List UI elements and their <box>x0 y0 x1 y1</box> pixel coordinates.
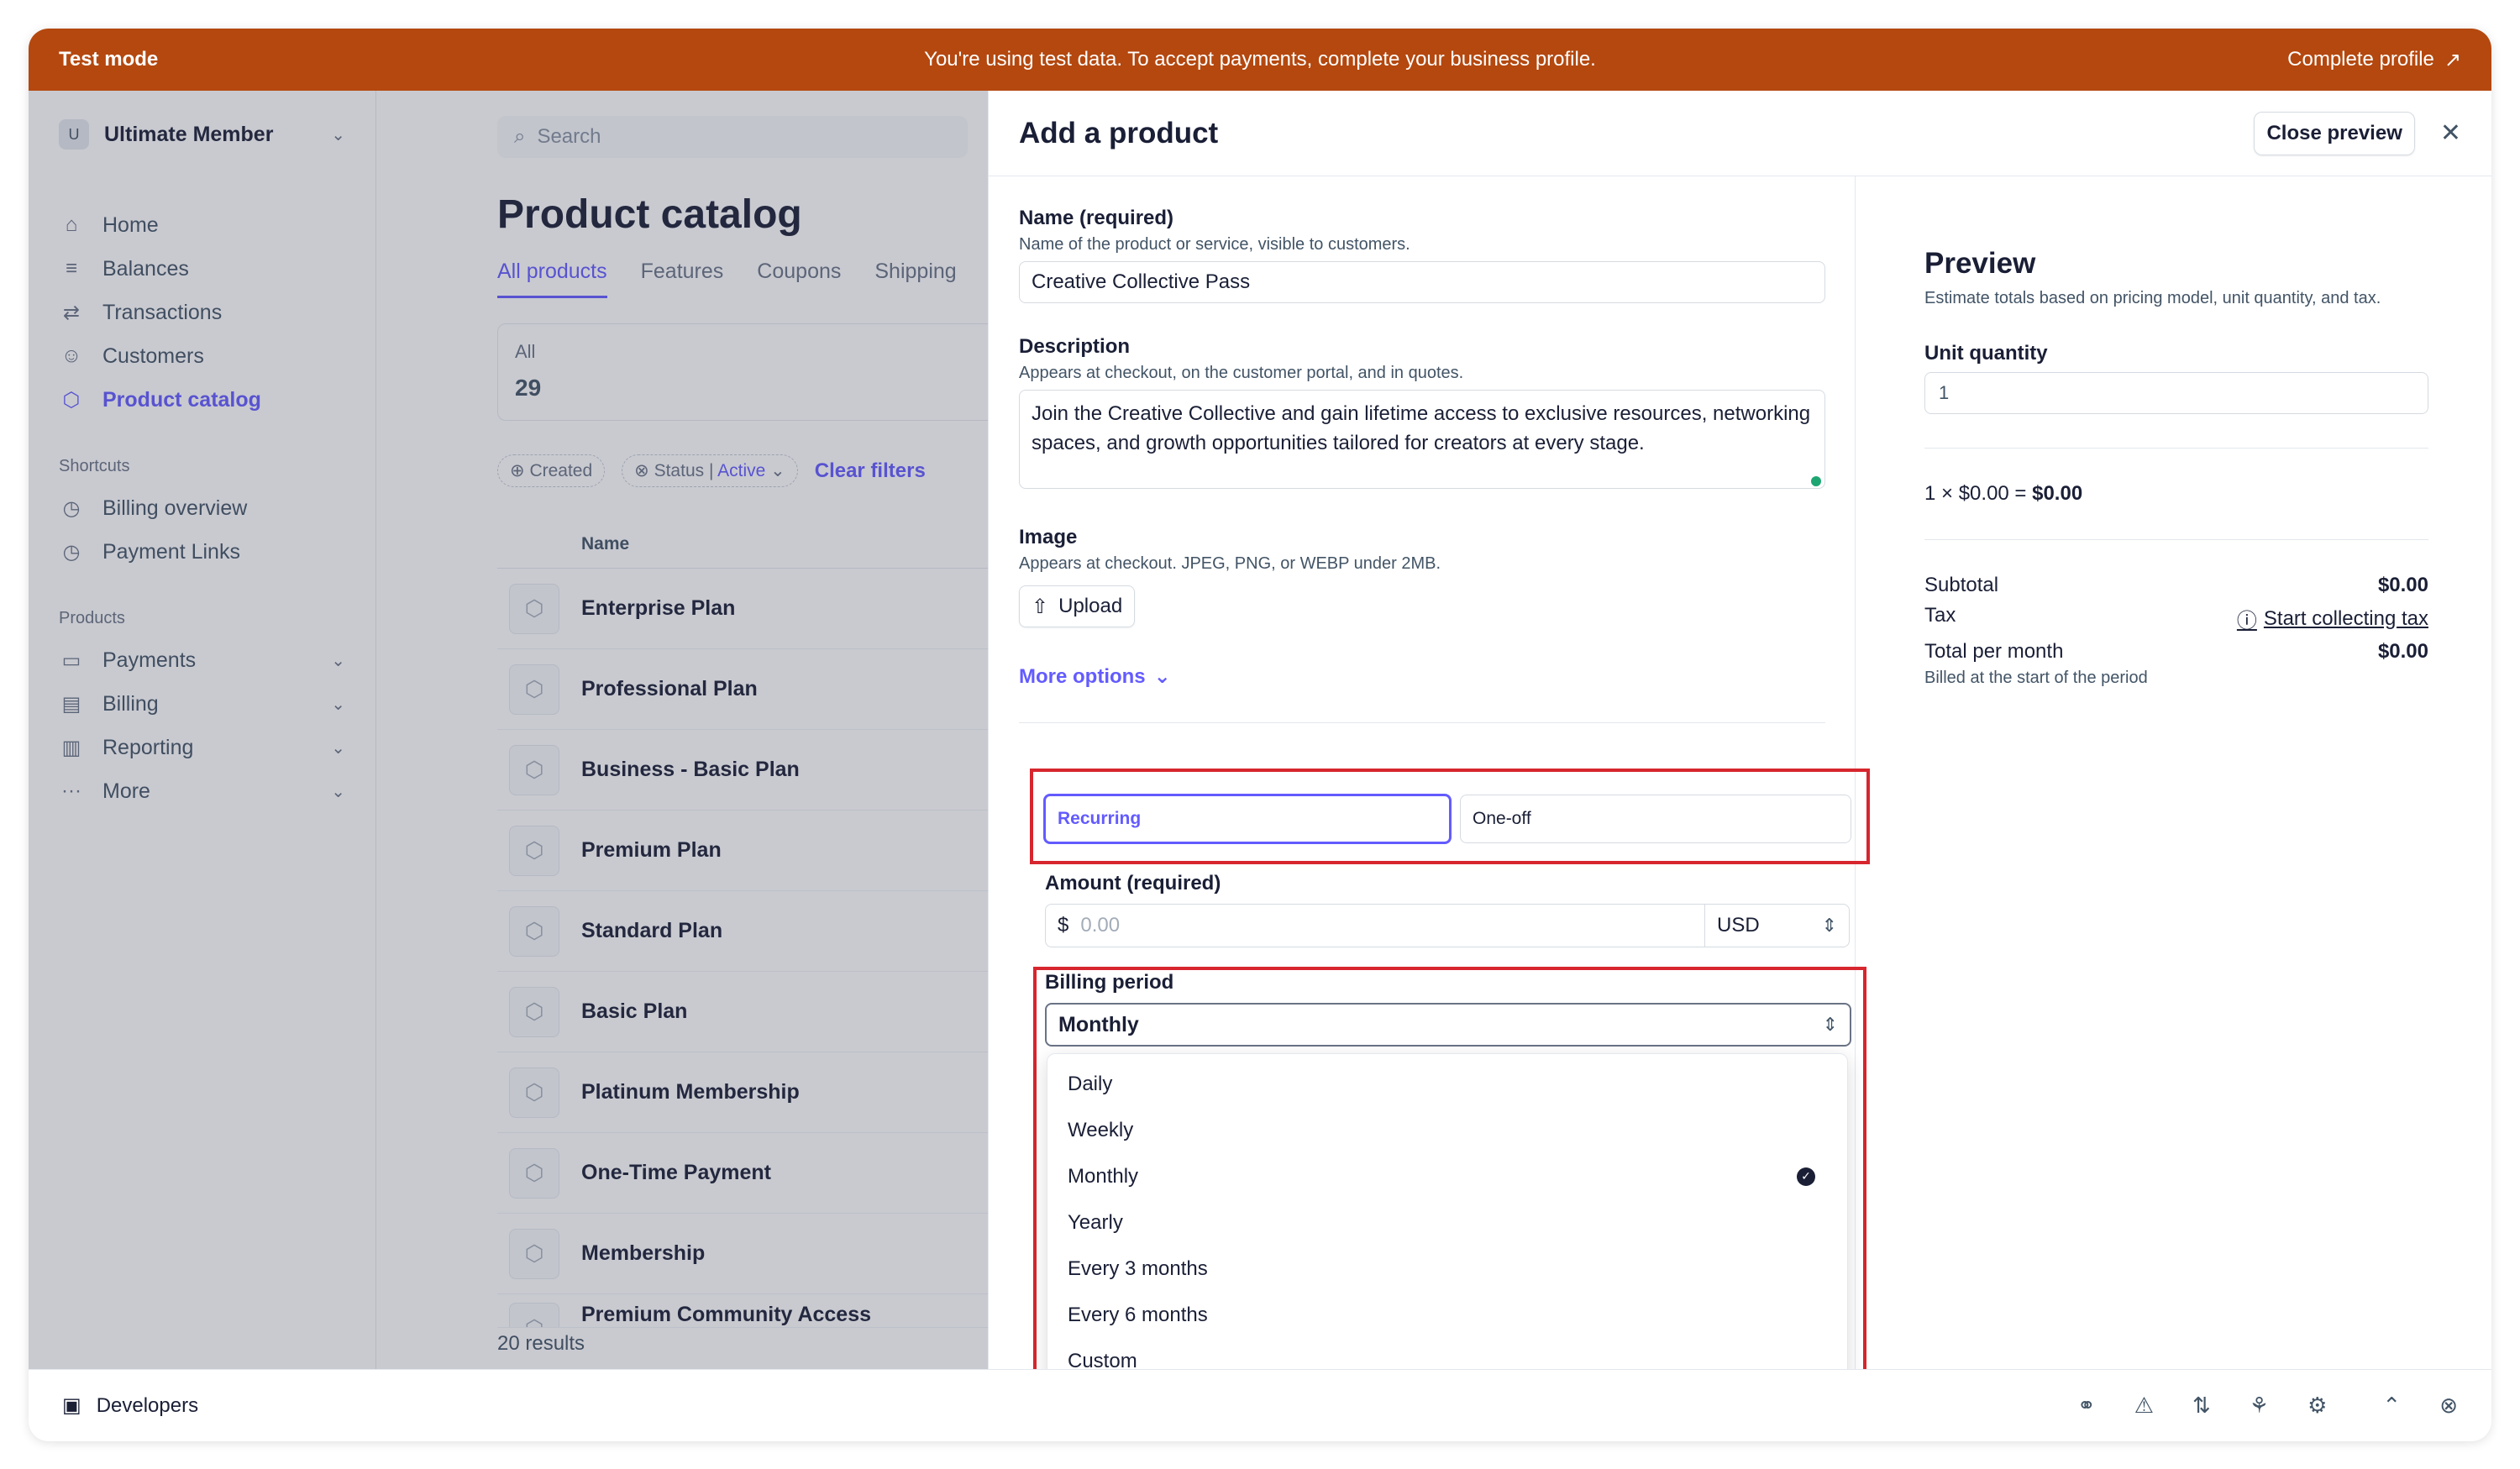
recurring-option[interactable]: Recurring <box>1043 794 1452 844</box>
menu-item-weekly[interactable]: Weekly <box>1047 1107 1847 1153</box>
image-label: Image <box>1019 526 1078 548</box>
menu-item-monthly[interactable]: Monthly ✓ <box>1047 1153 1847 1199</box>
test-mode-banner: Test mode You're using test data. To acc… <box>29 29 2491 91</box>
more-options-toggle[interactable]: More options ⌄ <box>1019 664 1824 689</box>
arrow-up-right-icon: ↗ <box>2444 48 2461 71</box>
preview-divider <box>1924 539 2428 540</box>
description-field[interactable]: Join the Creative Collective and gain li… <box>1019 390 1825 489</box>
gear-icon[interactable]: ⚙ <box>2307 1393 2327 1419</box>
drawer-header: Add a product Close preview ✕ <box>989 91 2491 176</box>
close-icon[interactable]: ✕ <box>2440 118 2461 148</box>
close-preview-button[interactable]: Close preview <box>2254 111 2415 155</box>
preview-hint: Estimate totals based on pricing model, … <box>1924 289 2381 307</box>
warning-icon[interactable]: ⚠ <box>2134 1393 2154 1419</box>
start-collecting-tax-link[interactable]: ⓘ Start collecting tax <box>2237 604 2428 633</box>
updown-chevron-icon: ⇕ <box>1822 1014 1838 1035</box>
calc-prefix: 1 × $0.00 = <box>1924 482 2033 505</box>
overlay-scrim[interactable] <box>29 91 988 1369</box>
menu-item-every-6-months[interactable]: Every 6 months <box>1047 1292 1847 1338</box>
chevron-down-icon: ⌄ <box>1153 665 1171 688</box>
preview-divider <box>1924 448 2428 449</box>
currency-value: USD <box>1717 914 1760 936</box>
billing-period-value: Monthly <box>1058 1012 1139 1036</box>
billing-period-menu: Daily Weekly Monthly ✓ Yearly Every 3 mon… <box>1047 1053 1848 1388</box>
image-hint: Appears at checkout. JPEG, PNG, or WEBP … <box>1019 554 1441 573</box>
form-divider <box>1019 722 1825 723</box>
upload-label: Upload <box>1058 595 1123 617</box>
unit-quantity-label: Unit quantity <box>1924 342 2048 365</box>
menu-item-label: Yearly <box>1068 1210 1123 1234</box>
tax-row: Tax ⓘ Start collecting tax <box>1924 604 2428 633</box>
name-hint: Name of the product or service, visible … <box>1019 235 1410 254</box>
total-value: $0.00 <box>2377 640 2428 663</box>
subtotal-value: $0.00 <box>2377 574 2428 596</box>
info-icon: ⓘ <box>2236 610 2257 632</box>
currency-select[interactable]: USD ⇕ <box>1704 905 1849 947</box>
grammar-status-icon <box>1811 476 1821 486</box>
billing-period-label: Billing period <box>1045 971 1174 994</box>
calc-total: $0.00 <box>2032 482 2083 505</box>
menu-item-every-3-months[interactable]: Every 3 months <box>1047 1246 1847 1292</box>
one-off-option[interactable]: One-off <box>1460 795 1851 843</box>
complete-profile-link[interactable]: Complete profile ↗ <box>2287 48 2461 72</box>
developers-bar: ▣ Developers ⚭ ⚠ ⇅ ⚘ ⚙ ⌃ ⊗ <box>29 1369 2491 1441</box>
test-mode-message: You're using test data. To accept paymen… <box>924 48 1596 71</box>
menu-item-label: Monthly <box>1068 1164 1139 1188</box>
description-label: Description <box>1019 335 1131 358</box>
menu-item-label: Daily <box>1068 1072 1113 1095</box>
checkmark-icon: ✓ <box>1797 1167 1815 1186</box>
chevron-up-circle-icon[interactable]: ⌃ <box>2382 1393 2401 1419</box>
preview-panel: Preview Estimate totals based on pricing… <box>1856 176 2491 1369</box>
preview-title: Preview <box>1924 247 2036 280</box>
developers-button[interactable]: ▣ Developers <box>62 1393 198 1418</box>
binoculars-icon[interactable]: ⚭ <box>2077 1393 2096 1419</box>
billed-note: Billed at the start of the period <box>1924 669 2148 687</box>
amount-label: Amount (required) <box>1045 872 1221 895</box>
upload-icon: ⇧ <box>1032 595 1049 618</box>
subtotal-row: Subtotal $0.00 <box>1924 574 2428 597</box>
subtotal-label: Subtotal <box>1924 574 1999 596</box>
test-mode-label: Test mode <box>59 48 159 71</box>
start-collecting-tax-label: Start collecting tax <box>2263 606 2428 630</box>
amount-placeholder: 0.00 <box>1080 914 1121 936</box>
webhooks-icon[interactable]: ⚘ <box>2250 1393 2269 1419</box>
currency-symbol: $ <box>1058 914 1069 936</box>
developer-tools: ⚭ ⚠ ⇅ ⚘ ⚙ ⌃ ⊗ <box>2077 1393 2458 1419</box>
menu-item-yearly[interactable]: Yearly <box>1047 1199 1847 1246</box>
menu-item-daily[interactable]: Daily <box>1047 1061 1847 1107</box>
terminal-icon: ▣ <box>62 1394 81 1417</box>
tax-label: Tax <box>1924 604 1956 627</box>
menu-item-label: Weekly <box>1068 1118 1134 1141</box>
upload-button[interactable]: ⇧ Upload <box>1019 585 1136 627</box>
developers-label: Developers <box>96 1393 199 1417</box>
app-window: Test mode You're using test data. To acc… <box>29 29 2491 1441</box>
sort-arrows-icon[interactable]: ⇅ <box>2192 1393 2211 1419</box>
complete-profile-label: Complete profile <box>2287 48 2434 71</box>
drawer-title: Add a product <box>1019 116 1219 150</box>
updown-chevron-icon: ⇕ <box>1821 915 1837 936</box>
billing-period-select[interactable]: Monthly ⇕ <box>1045 1003 1851 1047</box>
amount-field[interactable]: $ 0.00 USD ⇕ <box>1045 904 1850 947</box>
menu-item-label: Every 3 months <box>1068 1257 1208 1280</box>
description-hint: Appears at checkout, on the customer por… <box>1019 364 1464 382</box>
total-row: Total per month $0.00 <box>1924 640 2428 664</box>
name-label: Name (required) <box>1019 207 1174 229</box>
name-field[interactable]: Creative Collective Pass <box>1019 261 1825 303</box>
total-label: Total per month <box>1924 640 2064 663</box>
close-circle-icon[interactable]: ⊗ <box>2439 1393 2458 1419</box>
price-calculation: 1 × $0.00 = $0.00 <box>1924 482 2423 506</box>
more-options-label: More options <box>1019 664 1146 688</box>
menu-item-label: Every 6 months <box>1068 1303 1208 1326</box>
description-text: Join the Creative Collective and gain li… <box>1032 402 1811 454</box>
unit-quantity-input[interactable]: 1 <box>1924 372 2428 414</box>
